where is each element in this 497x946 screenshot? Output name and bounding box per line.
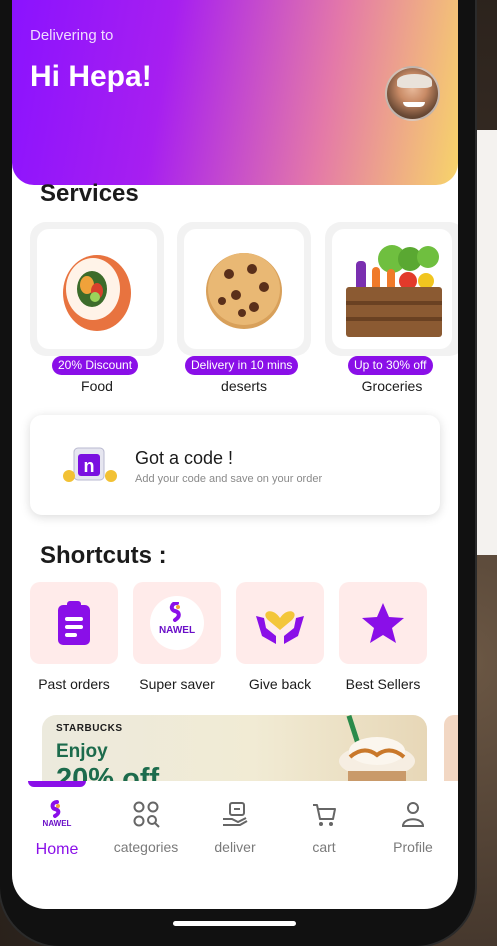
nawel-logo: NAWEL (150, 596, 204, 650)
code-voucher-icon: n (63, 447, 117, 482)
star-icon (362, 603, 404, 643)
profile-icon (401, 802, 425, 827)
tab-label: Profile (393, 839, 433, 855)
service-name: Food (81, 378, 113, 394)
tab-categories[interactable]: categories (101, 781, 191, 869)
header-banner: Delivering to Hi Hepa! (12, 0, 458, 185)
shortcut-past-orders[interactable]: Past orders (30, 582, 120, 692)
tab-label: deliver (214, 839, 256, 855)
service-food[interactable]: 20% Discount Food (30, 222, 164, 394)
shortcut-label: Best Sellers (345, 676, 421, 692)
home-logo-text: NAWEL (42, 819, 72, 828)
next-promo-banner[interactable] (444, 715, 458, 785)
avatar[interactable] (385, 66, 440, 121)
banner-line1: Enjoy (56, 741, 108, 762)
shortcut-give-back[interactable]: Give back (236, 582, 326, 692)
nawel-logo-text: NAWEL (158, 625, 196, 636)
heart-hands-icon (256, 611, 304, 644)
home-indicator-bar[interactable] (173, 921, 296, 926)
shortcut-label: Give back (248, 676, 312, 692)
services-row: 20% Discount Food Delivery in 10 mins de… (30, 222, 458, 394)
service-deserts[interactable]: Delivery in 10 mins deserts (177, 222, 311, 394)
promo-code-title: Got a code ! (135, 448, 234, 468)
tab-label: categories (113, 839, 179, 855)
service-groceries[interactable]: Up to 30% off Groceries (325, 222, 458, 394)
service-badge: 20% Discount (52, 356, 139, 375)
cookie-icon (206, 253, 282, 329)
shortcuts-title: Shortcuts : (40, 542, 167, 569)
greeting-title: Hi Hepa! (30, 60, 152, 93)
tab-cart[interactable]: cart (279, 781, 369, 869)
service-badge: Delivery in 10 mins (185, 356, 299, 375)
nawel-logo-icon (169, 602, 181, 622)
tab-home[interactable]: NAWEL Home (12, 781, 102, 869)
sushi-icon (63, 255, 131, 331)
categories-icon (133, 801, 160, 828)
promo-code-card[interactable]: n Got a code ! Add your code and save on… (30, 415, 440, 515)
service-name: Groceries (361, 378, 423, 394)
cart-icon (313, 804, 336, 826)
service-name: deserts (221, 378, 267, 394)
shortcut-super-saver[interactable]: NAWEL Super saver (133, 582, 223, 692)
svg-text:n: n (84, 456, 95, 476)
banner-brand: STARBUCKS (56, 723, 123, 734)
clipboard-list-icon (58, 601, 90, 645)
service-badge: Up to 30% off (348, 356, 433, 375)
shortcut-label: Super saver (139, 676, 215, 692)
shortcut-best-sellers[interactable]: Best Sellers (339, 582, 429, 692)
groceries-crate-icon (346, 245, 442, 337)
tab-label: Home (35, 841, 79, 858)
tab-profile[interactable]: Profile (368, 781, 458, 869)
bottom-tab-bar: NAWEL Home categories deliver cart Profi… (12, 781, 458, 869)
delivering-label[interactable]: Delivering to (30, 27, 113, 44)
shortcut-label: Past orders (38, 676, 110, 692)
tab-deliver[interactable]: deliver (190, 781, 280, 869)
tab-label: cart (312, 839, 336, 855)
deliver-hand-box-icon (223, 802, 248, 826)
services-title: Services (40, 180, 139, 207)
phone-frame: Delivering to Hi Hepa! Services 20% Disc… (0, 0, 475, 946)
app-screen: Delivering to Hi Hepa! Services 20% Disc… (12, 0, 458, 909)
nawel-home-icon: NAWEL (42, 799, 72, 829)
promo-code-subtitle: Add your code and save on your order (135, 473, 323, 485)
active-tab-indicator (28, 781, 86, 787)
